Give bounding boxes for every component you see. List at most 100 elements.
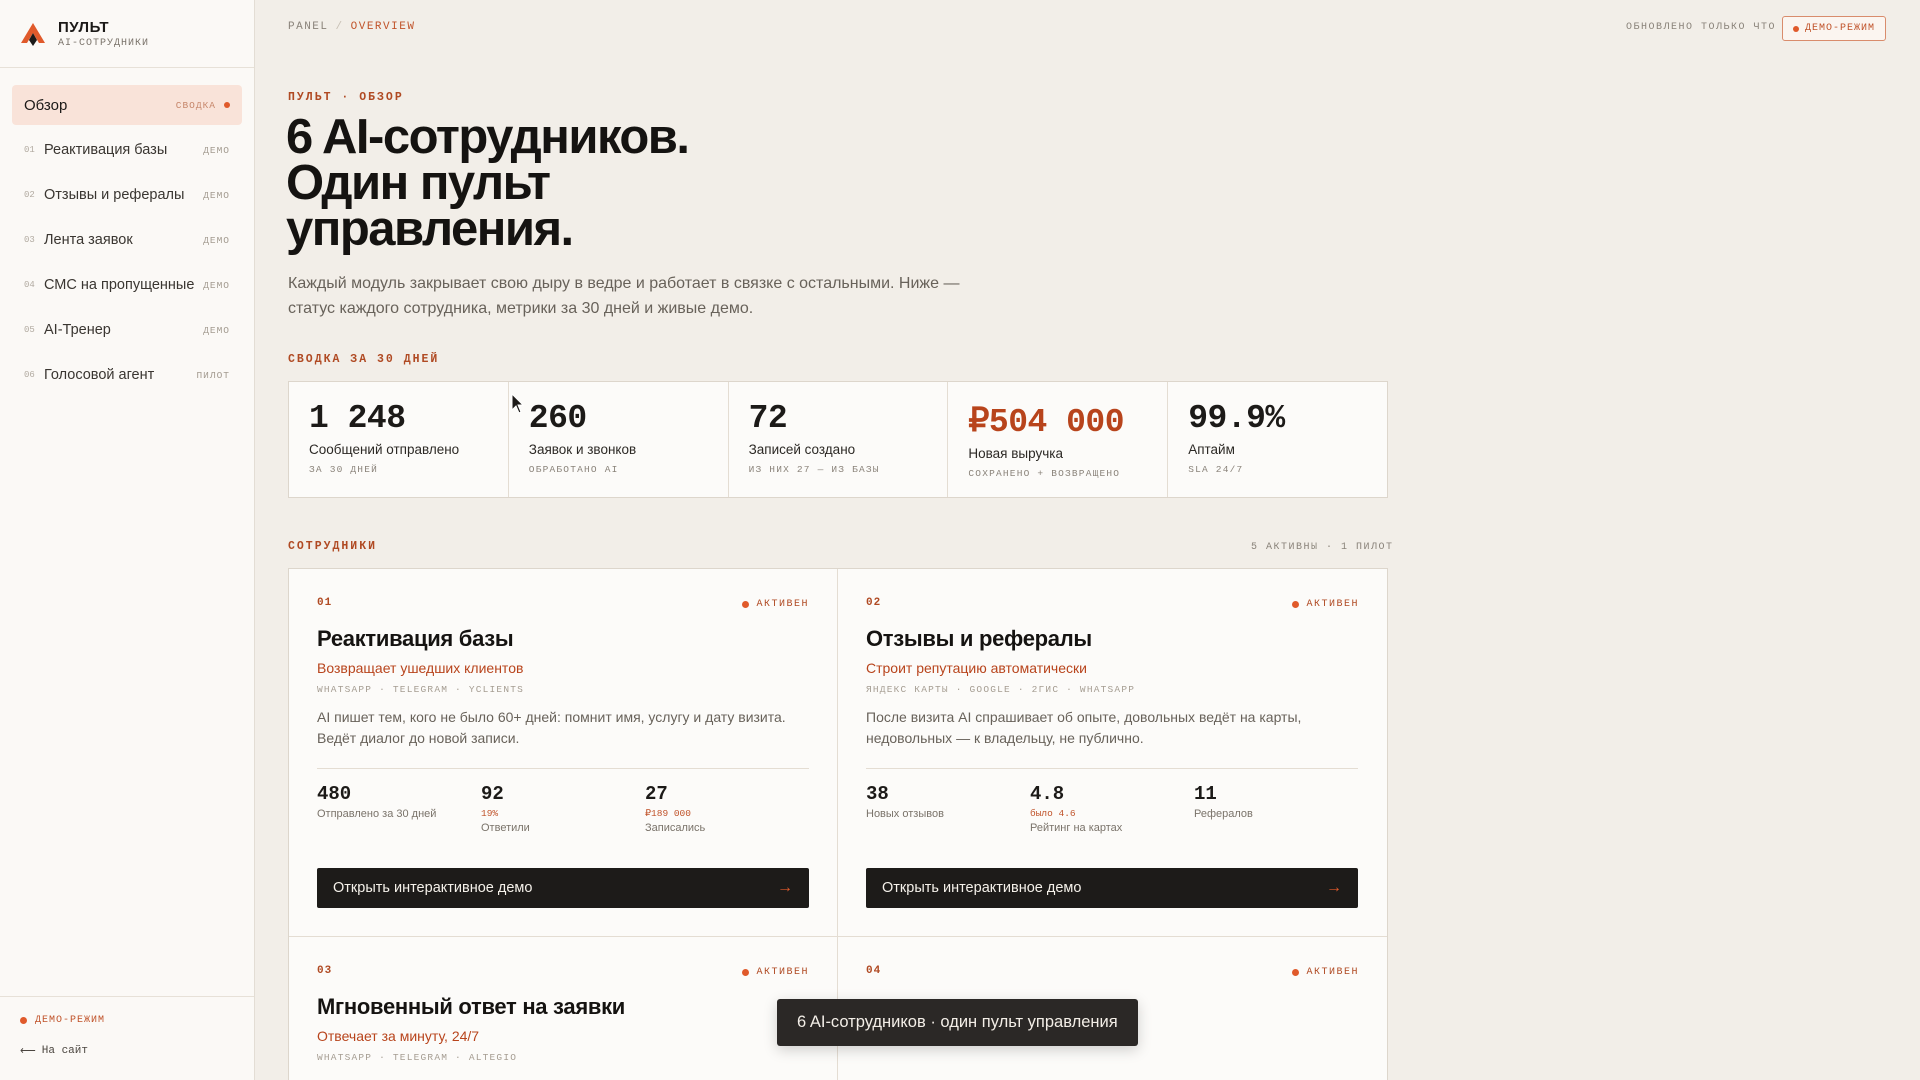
card-channels: WHATSAPP · TELEGRAM · YCLIENTS <box>317 684 525 695</box>
card-number: 02 <box>866 597 882 609</box>
sidebar-item-reviews[interactable]: 02 Отзывы и рефералы ДЕМО <box>12 175 242 215</box>
breadcrumb-root[interactable]: PANEL <box>288 21 329 33</box>
sidebar-nav: Обзор СВОДКА 01 Реактивация базы ДЕМО 02… <box>0 68 254 417</box>
card-title: Отзывы и рефералы <box>866 626 1092 651</box>
sidebar-item-leads[interactable]: 03 Лента заявок ДЕМО <box>12 220 242 260</box>
staff-label: СОТРУДНИКИ <box>288 540 378 553</box>
open-demo-button[interactable]: Открыть интерактивное демо → <box>866 868 1358 908</box>
back-to-site-link[interactable]: ⟵ На сайт <box>20 1044 234 1058</box>
metric-note: ₽189 000 <box>645 808 691 819</box>
metric: 480 Отправлено за 30 дней <box>317 783 481 834</box>
metric-value: 38 <box>866 783 889 805</box>
mouse-cursor-icon <box>511 393 525 414</box>
metric-label: Рефералов <box>1194 808 1253 820</box>
card-subtitle: Возвращает ушедших клиентов <box>317 660 524 676</box>
card-subtitle: Отвечает за минуту, 24/7 <box>317 1028 480 1044</box>
status-label: АКТИВЕН <box>1306 599 1359 610</box>
stat-value: 72 <box>748 400 788 437</box>
summary-stats: 1 248 Сообщений отправлено ЗА 30 ДНЕЙ 26… <box>288 381 1388 498</box>
stat-label: Сообщений отправлено <box>309 442 460 457</box>
brand[interactable]: ПУЛЬТ AI-СОТРУДНИКИ <box>0 0 254 68</box>
sidebar-item-num: 05 <box>24 325 35 335</box>
status-badge: АКТИВЕН <box>742 599 809 610</box>
sidebar-item-trainer[interactable]: 05 AI-Тренер ДЕМО <box>12 310 242 350</box>
stat-label: Записей создано <box>748 442 856 457</box>
sidebar-item-tag: ДЕМО <box>203 189 230 201</box>
status-badge: АКТИВЕН <box>1292 599 1359 610</box>
metric: 4.8 было 4.6 Рейтинг на картах <box>1030 783 1194 834</box>
demo-mode-label: ДЕМО-РЕЖИМ <box>35 1015 106 1026</box>
card-title: Реактивация базы <box>317 626 514 651</box>
metric-value: 11 <box>1194 783 1217 805</box>
sidebar-item-tag: ДЕМО <box>203 144 230 156</box>
page-title-line: 6 AI-сотрудников. <box>286 110 690 164</box>
button-label: Открыть интерактивное демо <box>882 880 1082 896</box>
arrow-right-icon: → <box>1326 879 1342 896</box>
card-channels: WHATSAPP · TELEGRAM · ALTEGIO <box>317 1052 518 1063</box>
summary-label: СВОДКА ЗА 30 ДНЕЙ <box>288 353 440 366</box>
page-lead: Каждый модуль закрывает свою дыру в ведр… <box>288 275 960 317</box>
status-dot-icon <box>20 1017 27 1024</box>
sidebar-item-label: Голосовой агент <box>44 367 155 383</box>
sidebar-item-num: 02 <box>24 190 35 200</box>
divider <box>866 768 1358 769</box>
metric-label: Ответили <box>481 822 530 834</box>
page-eyebrow: ПУЛЬТ · ОБЗОР <box>288 91 404 104</box>
metric-label: Рейтинг на картах <box>1030 822 1123 834</box>
card-number: 01 <box>317 597 333 609</box>
brand-title: ПУЛЬТ <box>58 18 109 36</box>
card-metrics: 38 Новых отзывов 4.8 было 4.6 Рейтинг на… <box>866 783 1358 834</box>
metric: 92 19% Ответили <box>481 783 645 834</box>
sidebar-item-num: 03 <box>24 235 35 245</box>
stat-sub: ОБРАБОТАНО AI <box>528 464 619 475</box>
status-dot-icon <box>1292 969 1300 976</box>
status-dot-icon <box>742 601 750 608</box>
status-label: АКТИВЕН <box>1306 967 1359 978</box>
demo-mode-indicator: ДЕМО-РЕЖИМ <box>20 1015 234 1026</box>
demo-badge-label: ДЕМО-РЕЖИМ <box>1805 23 1876 34</box>
sidebar-item-reactivation[interactable]: 01 Реактивация базы ДЕМО <box>12 130 242 170</box>
stat-card: 260 Заявок и звонков ОБРАБОТАНО AI <box>509 382 729 497</box>
status-badge: АКТИВЕН <box>742 967 809 978</box>
card-metrics: 480 Отправлено за 30 дней 92 19% Ответил… <box>317 783 809 834</box>
stat-label: Аптайм <box>1188 442 1235 457</box>
sidebar-item-sms[interactable]: 04 СМС на пропущенные ДЕМО <box>12 265 242 305</box>
sidebar-item-label: Лента заявок <box>44 232 133 248</box>
metric: 11 Рефералов <box>1194 783 1358 834</box>
metric-note: 19% <box>481 808 499 819</box>
sidebar-item-tag: ДЕМО <box>203 234 230 246</box>
sidebar: ПУЛЬТ AI-СОТРУДНИКИ Обзор СВОДКА 01 Реак… <box>0 0 255 1080</box>
stat-card: 72 Записей создано ИЗ НИХ 27 — ИЗ БАЗЫ <box>729 382 949 497</box>
open-demo-button[interactable]: Открыть интерактивное демо → <box>317 868 809 908</box>
arrow-left-icon: ⟵ <box>20 1046 36 1058</box>
status-dot-icon <box>742 969 750 976</box>
sidebar-item-tag: СВОДКА <box>175 99 216 111</box>
employee-card: 01 АКТИВЕН Реактивация базы Возвращает у… <box>289 569 838 937</box>
divider <box>317 768 809 769</box>
metric-value: 480 <box>317 783 352 805</box>
card-subtitle: Строит репутацию автоматически <box>866 660 1087 676</box>
breadcrumb-separator: / <box>335 21 344 33</box>
sidebar-item-num: 06 <box>24 370 35 380</box>
demo-mode-badge[interactable]: ДЕМО-РЕЖИМ <box>1782 16 1887 41</box>
metric: 27 ₽189 000 Записались <box>645 783 809 834</box>
status-dot-icon <box>1292 601 1300 608</box>
sidebar-item-label: Обзор <box>24 96 68 114</box>
card-channels: ЯНДЕКС КАРТЫ · GOOGLE · 2ГИС · WHATSAPP <box>866 684 1136 695</box>
breadcrumb: PANEL / OVERVIEW <box>288 21 415 33</box>
card-description: AI пишет тем, кого не было 60+ дней: пом… <box>317 709 786 746</box>
back-link-label: На сайт <box>41 1045 88 1057</box>
stat-card: 1 248 Сообщений отправлено ЗА 30 ДНЕЙ <box>289 382 509 497</box>
sidebar-footer: ДЕМО-РЕЖИМ ⟵ На сайт <box>0 996 254 1080</box>
stat-value: 1 248 <box>309 400 406 437</box>
metric-label: Записались <box>645 822 706 834</box>
sidebar-item-num: 01 <box>24 145 35 155</box>
sidebar-item-label: AI-Тренер <box>44 322 111 338</box>
page-title: 6 AI-сотрудников. Один пульт управления. <box>286 110 690 254</box>
sidebar-item-voice-agent[interactable]: 06 Голосовой агент ПИЛОТ <box>12 355 242 395</box>
metric-value: 27 <box>645 783 668 805</box>
brand-logo-icon <box>21 22 45 46</box>
stat-card: ₽504 000 Новая выручка СОХРАНЕНО + ВОЗВР… <box>948 382 1169 497</box>
sidebar-item-overview[interactable]: Обзор СВОДКА <box>12 85 242 125</box>
sidebar-item-tag: ДЕМО <box>203 279 230 291</box>
